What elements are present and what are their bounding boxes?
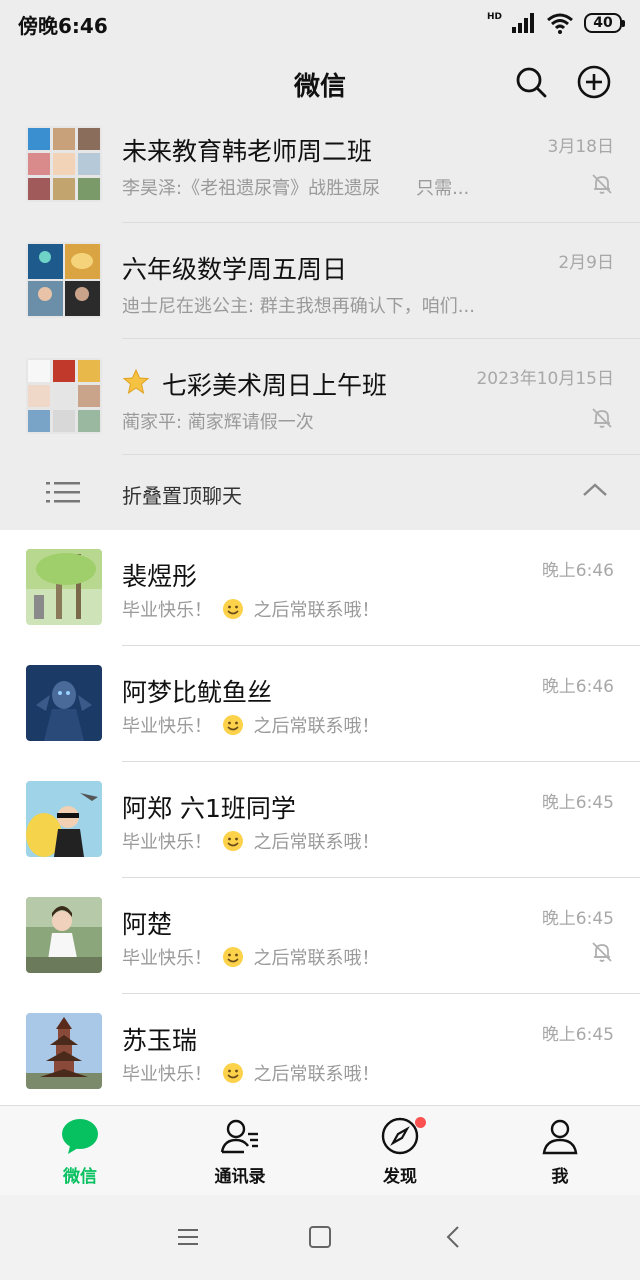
muted-bell-icon bbox=[592, 408, 612, 428]
chat-name: 阿梦比鱿鱼丝 bbox=[122, 678, 273, 707]
chat-last-message: 毕业快乐！ 之后常联系哦！ bbox=[122, 596, 379, 622]
tab-contacts[interactable]: 通讯录 bbox=[180, 1116, 300, 1192]
smile-emoji-icon bbox=[222, 1062, 244, 1084]
tab-discover[interactable]: 发现 bbox=[340, 1116, 460, 1192]
compass-icon bbox=[381, 1117, 419, 1155]
chat-last-message: 毕业快乐！ 之后常联系哦！ bbox=[122, 944, 379, 970]
tab-label: 我 bbox=[551, 1167, 569, 1187]
chat-time: 晚上6:45 bbox=[541, 1025, 614, 1045]
person-icon bbox=[542, 1119, 578, 1155]
chat-time: 2月9日 bbox=[558, 253, 614, 273]
chat-last-message: 毕业快乐！ 之后常联系哦！ bbox=[122, 828, 379, 854]
back-icon[interactable] bbox=[440, 1223, 468, 1251]
system-navigation-bar bbox=[0, 1195, 640, 1280]
fold-pinned-chats[interactable]: 折叠置顶聊天 bbox=[0, 454, 640, 530]
chat-name: 阿郑 六1班同学 bbox=[122, 794, 296, 823]
bottom-tab-bar: 微信 通讯录 发现 我 bbox=[0, 1105, 640, 1195]
chat-last-message: 李昊泽:《老祖遗尿膏》战胜遗尿 只需... bbox=[122, 178, 470, 199]
contact-avatar bbox=[26, 549, 102, 625]
search-icon[interactable] bbox=[513, 64, 549, 100]
chat-time: 3月18日 bbox=[547, 137, 614, 157]
home-icon[interactable] bbox=[306, 1223, 334, 1251]
message-text: 之后常联系哦！ bbox=[253, 1064, 380, 1085]
chat-name: 七彩美术周日上午班 bbox=[162, 371, 388, 400]
wifi-icon bbox=[547, 13, 573, 34]
chat-last-message: 毕业快乐！ 之后常联系哦！ bbox=[122, 712, 379, 738]
chat-time: 晚上6:46 bbox=[541, 561, 614, 581]
group-avatar bbox=[26, 126, 102, 202]
chat-row[interactable]: 阿郑 六1班同学 毕业快乐！ 之后常联系哦！ 晚上6:45 bbox=[0, 762, 640, 878]
group-avatar bbox=[26, 242, 102, 318]
tab-label: 发现 bbox=[383, 1167, 417, 1187]
chat-name: 未来教育韩老师周二班 bbox=[122, 137, 373, 166]
app-header: 微信 bbox=[0, 46, 640, 120]
message-text: 毕业快乐！ bbox=[122, 832, 212, 853]
chat-name: 裴煜彤 bbox=[122, 562, 198, 591]
chat-time: 2023年10月15日 bbox=[476, 369, 614, 389]
chat-last-message: 蔺家平: 蔺家辉请假一次 bbox=[122, 412, 314, 433]
contact-avatar bbox=[26, 665, 102, 741]
message-text: 之后常联系哦！ bbox=[253, 948, 380, 969]
chat-row[interactable]: 苏玉瑞 毕业快乐！ 之后常联系哦！ 晚上6:45 bbox=[0, 994, 640, 1105]
chat-time: 晚上6:46 bbox=[541, 677, 614, 697]
message-text: 毕业快乐！ bbox=[122, 716, 212, 737]
smile-emoji-icon bbox=[222, 946, 244, 968]
chat-row[interactable]: 阿楚 毕业快乐！ 之后常联系哦！ 晚上6:45 bbox=[0, 878, 640, 994]
contact-avatar bbox=[26, 1013, 102, 1089]
chat-row[interactable]: 裴煜彤 毕业快乐！ 之后常联系哦！ 晚上6:46 bbox=[0, 530, 640, 646]
status-time: 傍晚6:46 bbox=[18, 14, 108, 38]
tab-me[interactable]: 我 bbox=[500, 1116, 620, 1192]
message-text: 之后常联系哦！ bbox=[253, 716, 380, 737]
contact-avatar bbox=[26, 897, 102, 973]
fold-label: 折叠置顶聊天 bbox=[122, 484, 242, 508]
menu-icon[interactable] bbox=[174, 1223, 202, 1251]
contact-avatar bbox=[26, 781, 102, 857]
add-plus-icon[interactable] bbox=[576, 64, 612, 100]
pinned-chat-row[interactable]: 七彩美术周日上午班 蔺家平: 蔺家辉请假一次 2023年10月15日 bbox=[0, 340, 640, 456]
chevron-up-icon[interactable] bbox=[580, 480, 610, 500]
chat-list: 裴煜彤 毕业快乐！ 之后常联系哦！ 晚上6:46 阿梦比鱿鱼丝 毕业快乐！ 之后… bbox=[0, 530, 640, 1105]
network-type: HD bbox=[486, 12, 502, 22]
message-text: 毕业快乐！ bbox=[122, 948, 212, 969]
chat-last-message: 迪士尼在逃公主: 群主我想再确认下，咱们... bbox=[122, 296, 475, 317]
muted-bell-icon bbox=[592, 942, 612, 962]
message-text: 之后常联系哦！ bbox=[253, 600, 380, 621]
smile-emoji-icon bbox=[222, 714, 244, 736]
signal-icon bbox=[512, 13, 534, 33]
notification-dot bbox=[415, 1117, 426, 1128]
chat-time: 晚上6:45 bbox=[541, 909, 614, 929]
group-avatar bbox=[26, 358, 102, 434]
tab-chats[interactable]: 微信 bbox=[20, 1116, 140, 1192]
chat-name: 苏玉瑞 bbox=[122, 1026, 198, 1055]
battery-indicator: 40 bbox=[584, 13, 625, 33]
message-text: 之后常联系哦！ bbox=[253, 832, 380, 853]
smile-emoji-icon bbox=[222, 830, 244, 852]
star-icon bbox=[122, 368, 150, 395]
contacts-icon bbox=[220, 1119, 258, 1154]
chat-name: 阿楚 bbox=[122, 910, 173, 939]
pinned-chat-row[interactable]: 未来教育韩老师周二班 李昊泽:《老祖遗尿膏》战胜遗尿 只需... 3月18日 bbox=[0, 120, 640, 224]
tab-label: 通讯录 bbox=[214, 1167, 266, 1187]
message-text: 毕业快乐！ bbox=[122, 600, 212, 621]
chat-time: 晚上6:45 bbox=[541, 793, 614, 813]
pinned-chat-row[interactable]: 六年级数学周五周日 迪士尼在逃公主: 群主我想再确认下，咱们... 2月9日 bbox=[0, 224, 640, 340]
status-bar: 傍晚6:46 HD 40 bbox=[0, 0, 640, 46]
chat-row[interactable]: 阿梦比鱿鱼丝 毕业快乐！ 之后常联系哦！ 晚上6:46 bbox=[0, 646, 640, 762]
message-text: 毕业快乐！ bbox=[122, 1064, 212, 1085]
chat-bubble-icon bbox=[62, 1119, 98, 1154]
list-icon bbox=[46, 482, 80, 503]
divider bbox=[122, 222, 640, 223]
smile-emoji-icon bbox=[222, 598, 244, 620]
pinned-chats: 未来教育韩老师周二班 李昊泽:《老祖遗尿膏》战胜遗尿 只需... 3月18日 六… bbox=[0, 120, 640, 530]
tab-label: 微信 bbox=[63, 1167, 97, 1187]
divider bbox=[122, 338, 640, 339]
muted-bell-icon bbox=[592, 174, 612, 194]
status-indicators: HD 40 bbox=[486, 10, 625, 36]
chat-name: 六年级数学周五周日 bbox=[122, 255, 348, 284]
chat-last-message: 毕业快乐！ 之后常联系哦！ bbox=[122, 1060, 379, 1086]
